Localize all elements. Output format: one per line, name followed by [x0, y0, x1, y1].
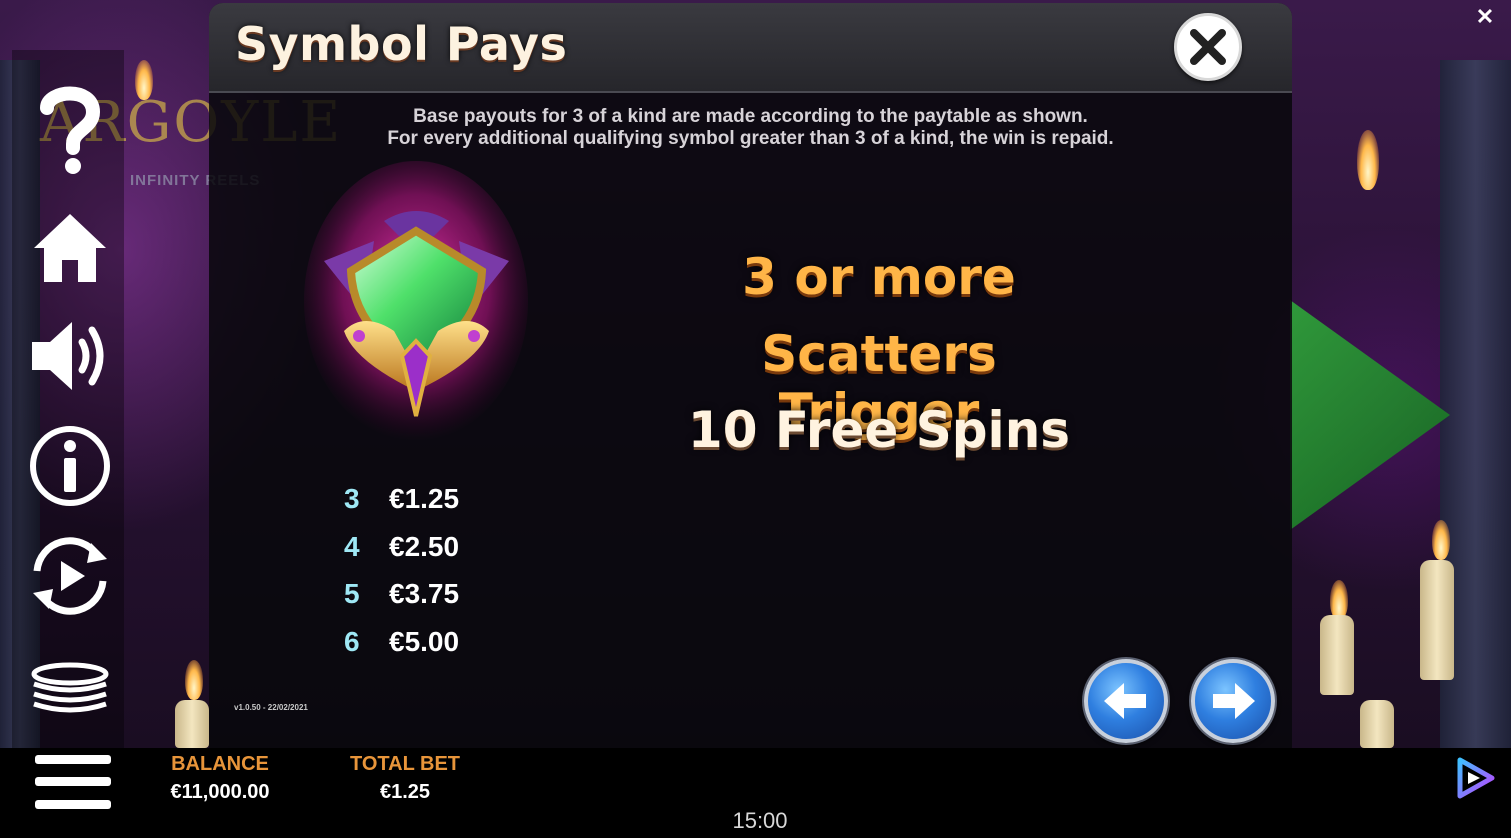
pay-value: €3.75 — [389, 578, 460, 609]
sound-button[interactable] — [22, 308, 118, 404]
trigger-text-line1: 3 or more — [742, 248, 1016, 306]
pay-count: 6 — [344, 625, 360, 657]
provider-logo-icon — [1457, 757, 1495, 799]
paytable-row: 6 €5.00 — [339, 626, 509, 674]
description-line: For every additional qualifying symbol g… — [387, 128, 1114, 149]
paytable-row: 5 €3.75 — [339, 578, 509, 626]
next-page-button[interactable] — [1191, 659, 1275, 743]
pay-count: 5 — [344, 578, 360, 609]
hamburger-line — [35, 777, 111, 786]
pay-value: €2.50 — [389, 530, 460, 562]
panel-header: Symbol Pays — [209, 3, 1292, 93]
pay-count: 3 — [344, 483, 360, 514]
autoplay-icon — [33, 537, 107, 615]
arrow-left-icon — [1104, 683, 1146, 719]
bet-button[interactable] — [22, 642, 118, 738]
autoplay-button[interactable] — [22, 528, 118, 624]
balance-value: €11,000.00 — [170, 781, 270, 803]
paytable-description: Base payouts for 3 of a kind are made ac… — [209, 106, 1292, 150]
spin-button-background — [1290, 300, 1450, 530]
info-button[interactable] — [22, 418, 118, 514]
symbol-pays-panel: Symbol Pays Base payouts for 3 of a kind… — [209, 3, 1292, 748]
candle-flame — [1330, 580, 1348, 620]
scatter-gem-icon — [304, 161, 528, 441]
total-bet-value: €1.25 — [379, 781, 431, 803]
trigger-text-line3: 10 Free Spins — [687, 401, 1071, 459]
sound-icon — [32, 322, 104, 390]
pay-value: €5.00 — [389, 625, 460, 657]
candle — [175, 700, 209, 748]
paytable-row: 3 €1.25 — [339, 483, 509, 531]
balance-label: BALANCE — [171, 753, 269, 775]
pay-count: 4 — [344, 530, 360, 562]
home-icon — [34, 214, 106, 282]
hamburger-line — [35, 800, 111, 809]
bet-coins-icon — [31, 662, 109, 713]
arrow-right-icon — [1213, 683, 1255, 719]
candle-flame — [185, 660, 203, 700]
exit-game-button[interactable]: ✕ — [1474, 6, 1496, 28]
hamburger-line — [35, 755, 111, 764]
help-icon — [40, 86, 101, 174]
info-icon — [30, 426, 110, 506]
menu-button[interactable] — [35, 753, 111, 809]
close-button[interactable] — [1174, 13, 1242, 81]
candle — [1320, 615, 1354, 695]
total-bet-label: TOTAL BET — [350, 753, 460, 775]
close-icon — [1190, 29, 1226, 65]
candle-flame — [1357, 130, 1379, 190]
paytable-row: 4 €2.50 — [339, 531, 509, 579]
candle — [1360, 700, 1394, 748]
version-label: v1.0.50 - 22/02/2021 — [234, 703, 308, 712]
home-button[interactable] — [22, 198, 118, 294]
candle — [1420, 560, 1454, 680]
description-line: Base payouts for 3 of a kind are made ac… — [413, 106, 1088, 127]
pay-value: €1.25 — [389, 483, 460, 514]
clock: 15:00 — [732, 808, 788, 833]
previous-page-button[interactable] — [1084, 659, 1168, 743]
panel-title: Symbol Pays — [235, 17, 568, 71]
candle-flame — [1432, 520, 1450, 560]
help-button[interactable] — [22, 82, 118, 178]
bottom-bar: BALANCE €11,000.00 TOTAL BET €1.25 15:00 — [0, 748, 1511, 838]
paytable: 3 €1.25 4 €2.50 5 €3.75 6 €5.00 — [339, 483, 509, 673]
